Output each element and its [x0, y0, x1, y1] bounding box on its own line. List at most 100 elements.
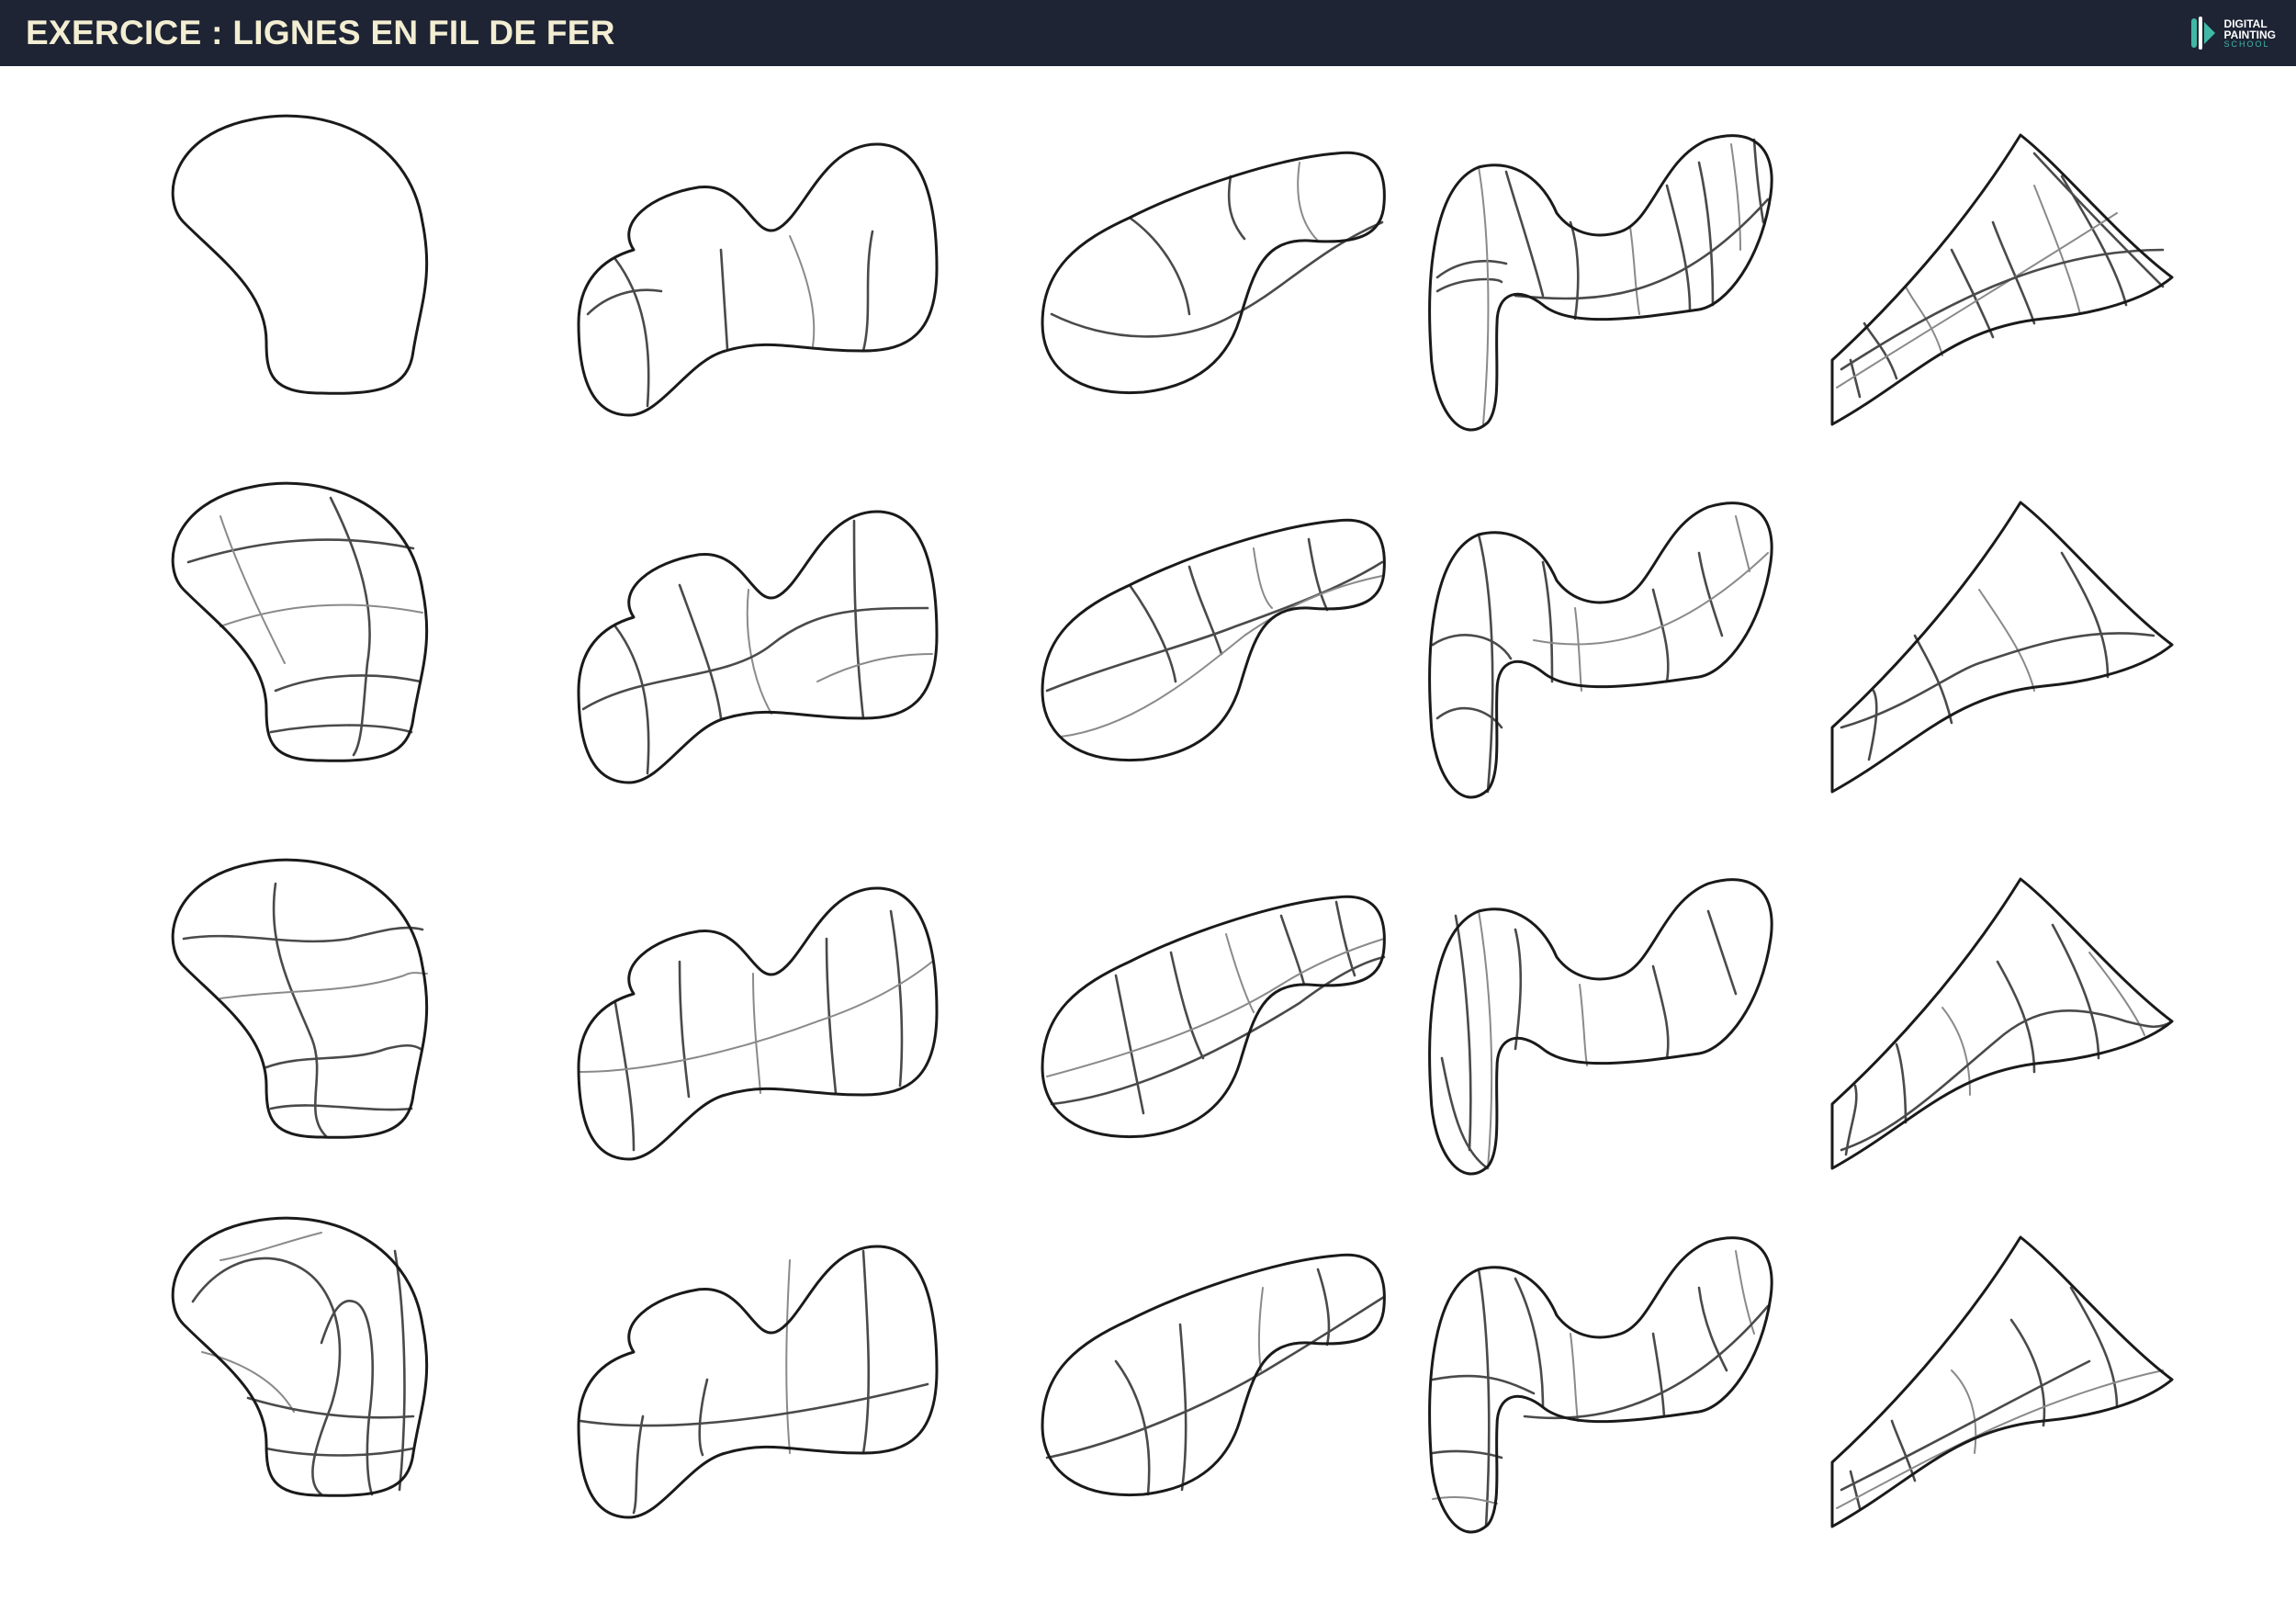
logo-mark-icon [2190, 17, 2215, 50]
wire-line [852, 519, 865, 720]
wireframe-shape-r4-c2 [577, 1245, 939, 1519]
wire-line [678, 583, 723, 720]
wire-line [1257, 1287, 1264, 1371]
wire-line [269, 724, 413, 734]
wire-line [2051, 923, 2100, 1060]
wire-line [1978, 589, 2035, 692]
wire-line [1706, 909, 1738, 996]
wire-line [1435, 277, 1503, 293]
wire-line [1541, 560, 1554, 683]
wire-line [2060, 551, 2110, 679]
wire-line [1849, 1470, 1862, 1510]
wire-line [393, 1249, 406, 1492]
wire-line [719, 248, 729, 351]
wire-line [1697, 161, 1715, 307]
wire-line [1570, 1333, 1579, 1422]
wire-line [272, 882, 328, 1138]
wire-line [1227, 175, 1246, 241]
wire-line [586, 288, 663, 316]
wire-line [1890, 1419, 1917, 1482]
wire-line [1895, 1043, 1908, 1124]
wire-line [678, 960, 691, 1099]
wireframe-shape-r1-c5 [1830, 133, 2174, 426]
wireframe-shape-r3-c4 [1428, 878, 1773, 1176]
wire-line [1840, 1359, 2091, 1492]
wireframe-shape-r1-c4 [1428, 134, 1773, 432]
wire-line [219, 603, 423, 627]
wire-line [1735, 1250, 1755, 1335]
wire-line [861, 230, 874, 353]
wire-line [1334, 900, 1356, 977]
wire-line [1114, 974, 1145, 1115]
wire-line [1431, 634, 1513, 660]
wire-line [1431, 1449, 1503, 1460]
shape-outline [1830, 133, 2174, 426]
wire-line [1579, 984, 1588, 1066]
wire-line [785, 1259, 791, 1454]
header-bar: EXERCICE : LIGNES EN FIL DE FER DIGITAL … [0, 0, 2296, 66]
wire-line [1253, 547, 1273, 609]
wire-line [632, 1414, 645, 1515]
wire-line [219, 1232, 322, 1261]
wire-line [613, 625, 650, 775]
wire-line [1651, 588, 1670, 683]
wireframe-shape-r4-c1 [171, 1216, 429, 1497]
wire-line [1651, 1332, 1666, 1418]
wire-line [320, 1299, 374, 1496]
wire-line [1307, 537, 1329, 612]
wire-line [698, 1378, 709, 1457]
wire-line [182, 926, 424, 943]
wire-line [1169, 951, 1205, 1060]
wire-line [1629, 226, 1640, 315]
wire-line [2009, 1318, 2046, 1427]
wire-line [1697, 1286, 1728, 1372]
wire-line [1523, 1304, 1770, 1420]
logo-text-school: SCHOOL [2223, 39, 2270, 49]
wireframe-shape-r2-c2 [577, 510, 939, 784]
wireframe-shape-r3-c2 [577, 886, 939, 1161]
logo-text-painting: PAINTING [2223, 28, 2276, 41]
shape-outline [171, 481, 429, 762]
logo-text-digital: DIGITAL [2223, 17, 2268, 30]
wireframe-shape-r3-c5 [1830, 877, 2174, 1170]
wire-line [1297, 162, 1319, 242]
wire-line [1840, 1009, 2174, 1152]
wire-line [1514, 928, 1523, 1051]
wireframe-shape-r2-c3 [1041, 518, 1386, 762]
wire-line [1651, 964, 1670, 1060]
shape-outline [1041, 895, 1386, 1139]
wire-line [219, 515, 286, 664]
shape-outline [1830, 877, 2174, 1170]
shape-outline [1041, 1253, 1386, 1497]
wire-line [1836, 212, 2118, 389]
wire-line [2032, 152, 2165, 288]
wire-line [186, 538, 415, 564]
wire-line [1735, 515, 1750, 572]
wire-line [1050, 220, 1384, 338]
wire-line [264, 1043, 422, 1069]
wire-line [1840, 632, 2155, 729]
wire-line [1665, 184, 1692, 311]
wire-line [861, 1249, 871, 1455]
shape-outline [577, 510, 939, 784]
wire-line [579, 1382, 929, 1427]
wire-line [1836, 1369, 2164, 1509]
wire-line [1045, 1295, 1386, 1460]
shape-outline [1041, 518, 1386, 762]
wire-line [1478, 166, 1490, 425]
wire-line [1128, 583, 1177, 683]
wire-line [1569, 220, 1580, 321]
wire-line [1435, 259, 1508, 279]
wire-line [329, 496, 371, 757]
wire-line [889, 909, 904, 1088]
wire-line [789, 235, 816, 347]
wireframe-shape-r4-c5 [1830, 1235, 2174, 1528]
wire-line [1050, 955, 1386, 1106]
wire-line [1477, 533, 1494, 794]
wireframe-shape-r1-c1 [171, 114, 429, 395]
wire-line [816, 653, 933, 682]
wire-line [1440, 1056, 1490, 1170]
wire-line [1046, 938, 1385, 1077]
exercise-sheet [0, 66, 2296, 1623]
wire-line [1574, 607, 1582, 692]
